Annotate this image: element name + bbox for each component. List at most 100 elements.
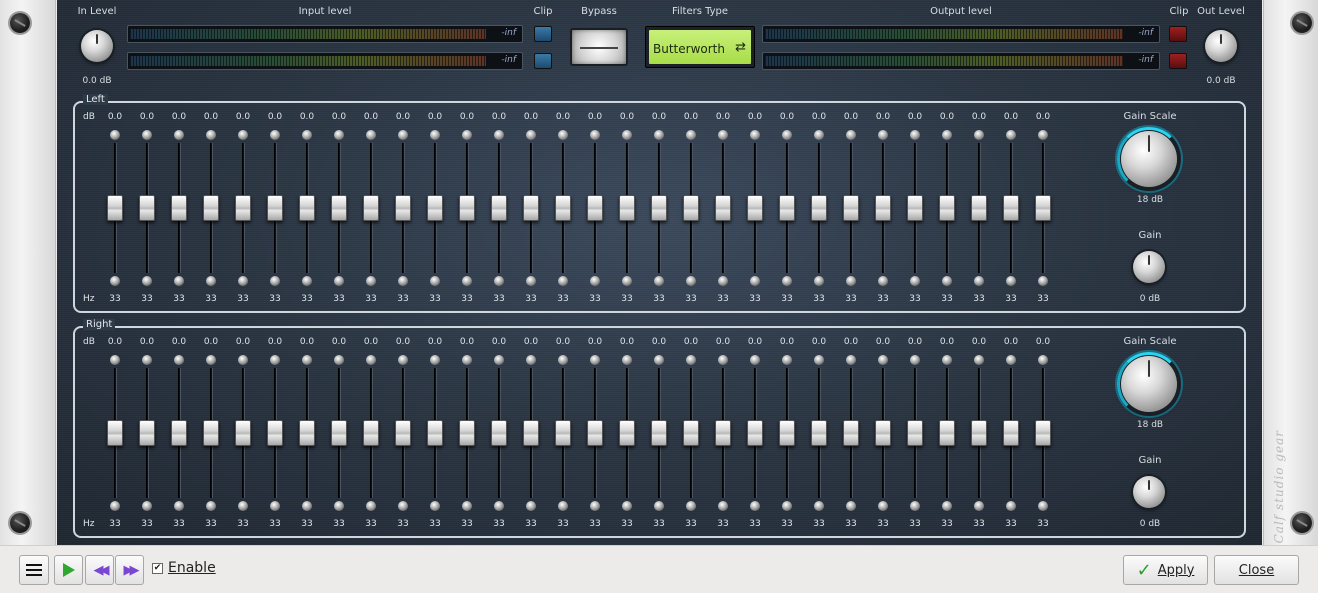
slider-handle[interactable] bbox=[715, 195, 731, 221]
previous-preset-button[interactable]: ◀◀ bbox=[85, 555, 114, 585]
slider-handle[interactable] bbox=[235, 195, 251, 221]
slider-handle[interactable] bbox=[651, 195, 667, 221]
clip-in-led-left[interactable] bbox=[534, 26, 552, 42]
slider-handle[interactable] bbox=[779, 195, 795, 221]
slider-handle[interactable] bbox=[363, 420, 379, 446]
in-level-knob[interactable] bbox=[81, 30, 113, 62]
band-slider[interactable]: 0.0 33 bbox=[547, 328, 579, 540]
slider-handle[interactable] bbox=[107, 195, 123, 221]
slider-handle[interactable] bbox=[939, 195, 955, 221]
band-slider[interactable]: 0.0 33 bbox=[899, 328, 931, 540]
band-slider[interactable]: 0.0 33 bbox=[739, 328, 771, 540]
band-slider[interactable]: 0.0 33 bbox=[963, 103, 995, 315]
band-slider[interactable]: 0.0 33 bbox=[131, 103, 163, 315]
band-slider[interactable]: 0.0 33 bbox=[1027, 328, 1059, 540]
slider-handle[interactable] bbox=[331, 195, 347, 221]
band-slider[interactable]: 0.0 33 bbox=[579, 328, 611, 540]
slider-handle[interactable] bbox=[299, 420, 315, 446]
band-slider[interactable]: 0.0 33 bbox=[547, 103, 579, 315]
band-slider[interactable]: 0.0 33 bbox=[99, 328, 131, 540]
band-slider[interactable]: 0.0 33 bbox=[323, 103, 355, 315]
slider-handle[interactable] bbox=[747, 195, 763, 221]
clip-out-led-right[interactable] bbox=[1169, 53, 1187, 69]
slider-handle[interactable] bbox=[203, 195, 219, 221]
band-slider[interactable]: 0.0 33 bbox=[771, 103, 803, 315]
band-slider[interactable]: 0.0 33 bbox=[995, 328, 1027, 540]
slider-handle[interactable] bbox=[587, 195, 603, 221]
band-slider[interactable]: 0.0 33 bbox=[227, 328, 259, 540]
band-slider[interactable]: 0.0 33 bbox=[515, 103, 547, 315]
band-slider[interactable]: 0.0 33 bbox=[899, 103, 931, 315]
band-slider[interactable]: 0.0 33 bbox=[1027, 103, 1059, 315]
slider-handle[interactable] bbox=[491, 195, 507, 221]
band-slider[interactable]: 0.0 33 bbox=[99, 103, 131, 315]
slider-handle[interactable] bbox=[491, 420, 507, 446]
close-button[interactable]: Close bbox=[1214, 555, 1299, 585]
gain-knob[interactable] bbox=[1133, 251, 1165, 283]
slider-handle[interactable] bbox=[875, 420, 891, 446]
slider-handle[interactable] bbox=[811, 195, 827, 221]
band-slider[interactable]: 0.0 33 bbox=[451, 328, 483, 540]
band-slider[interactable]: 0.0 33 bbox=[675, 103, 707, 315]
menu-button[interactable] bbox=[19, 555, 49, 585]
slider-handle[interactable] bbox=[523, 195, 539, 221]
band-slider[interactable]: 0.0 33 bbox=[483, 328, 515, 540]
slider-handle[interactable] bbox=[747, 420, 763, 446]
band-slider[interactable]: 0.0 33 bbox=[355, 328, 387, 540]
band-slider[interactable]: 0.0 33 bbox=[419, 103, 451, 315]
slider-handle[interactable] bbox=[1003, 195, 1019, 221]
band-slider[interactable]: 0.0 33 bbox=[451, 103, 483, 315]
enable-checkbox[interactable]: ✔ bbox=[152, 562, 163, 574]
band-slider[interactable]: 0.0 33 bbox=[579, 103, 611, 315]
slider-handle[interactable] bbox=[907, 420, 923, 446]
slider-handle[interactable] bbox=[619, 195, 635, 221]
slider-handle[interactable] bbox=[363, 195, 379, 221]
band-slider[interactable]: 0.0 33 bbox=[835, 328, 867, 540]
play-button[interactable] bbox=[54, 555, 83, 585]
slider-handle[interactable] bbox=[587, 420, 603, 446]
slider-handle[interactable] bbox=[1003, 420, 1019, 446]
enable-toggle[interactable]: ✔ Enable bbox=[152, 560, 216, 576]
slider-handle[interactable] bbox=[779, 420, 795, 446]
slider-handle[interactable] bbox=[907, 195, 923, 221]
band-slider[interactable]: 0.0 33 bbox=[291, 103, 323, 315]
bypass-button[interactable] bbox=[570, 28, 628, 66]
band-slider[interactable]: 0.0 33 bbox=[515, 328, 547, 540]
filters-type-selector[interactable]: Butterworth ⇄ bbox=[645, 26, 755, 68]
band-slider[interactable]: 0.0 33 bbox=[931, 328, 963, 540]
band-slider[interactable]: 0.0 33 bbox=[259, 328, 291, 540]
band-slider[interactable]: 0.0 33 bbox=[995, 103, 1027, 315]
slider-handle[interactable] bbox=[971, 420, 987, 446]
band-slider[interactable]: 0.0 33 bbox=[675, 328, 707, 540]
slider-handle[interactable] bbox=[459, 420, 475, 446]
band-slider[interactable]: 0.0 33 bbox=[387, 103, 419, 315]
band-slider[interactable]: 0.0 33 bbox=[803, 328, 835, 540]
slider-handle[interactable] bbox=[1035, 195, 1051, 221]
slider-handle[interactable] bbox=[107, 420, 123, 446]
band-slider[interactable]: 0.0 33 bbox=[867, 328, 899, 540]
slider-handle[interactable] bbox=[523, 420, 539, 446]
band-slider[interactable]: 0.0 33 bbox=[355, 103, 387, 315]
band-slider[interactable]: 0.0 33 bbox=[323, 328, 355, 540]
slider-handle[interactable] bbox=[395, 420, 411, 446]
band-slider[interactable]: 0.0 33 bbox=[195, 328, 227, 540]
band-slider[interactable]: 0.0 33 bbox=[963, 328, 995, 540]
slider-handle[interactable] bbox=[459, 195, 475, 221]
slider-handle[interactable] bbox=[1035, 420, 1051, 446]
slider-handle[interactable] bbox=[235, 420, 251, 446]
clip-out-led-left[interactable] bbox=[1169, 26, 1187, 42]
band-slider[interactable]: 0.0 33 bbox=[867, 103, 899, 315]
slider-handle[interactable] bbox=[395, 195, 411, 221]
slider-handle[interactable] bbox=[811, 420, 827, 446]
band-slider[interactable]: 0.0 33 bbox=[835, 103, 867, 315]
slider-handle[interactable] bbox=[939, 420, 955, 446]
slider-handle[interactable] bbox=[555, 420, 571, 446]
band-slider[interactable]: 0.0 33 bbox=[259, 103, 291, 315]
slider-handle[interactable] bbox=[171, 195, 187, 221]
band-slider[interactable]: 0.0 33 bbox=[195, 103, 227, 315]
band-slider[interactable]: 0.0 33 bbox=[611, 103, 643, 315]
band-slider[interactable]: 0.0 33 bbox=[291, 328, 323, 540]
slider-handle[interactable] bbox=[139, 195, 155, 221]
next-preset-button[interactable]: ▶▶ bbox=[115, 555, 144, 585]
slider-handle[interactable] bbox=[331, 420, 347, 446]
